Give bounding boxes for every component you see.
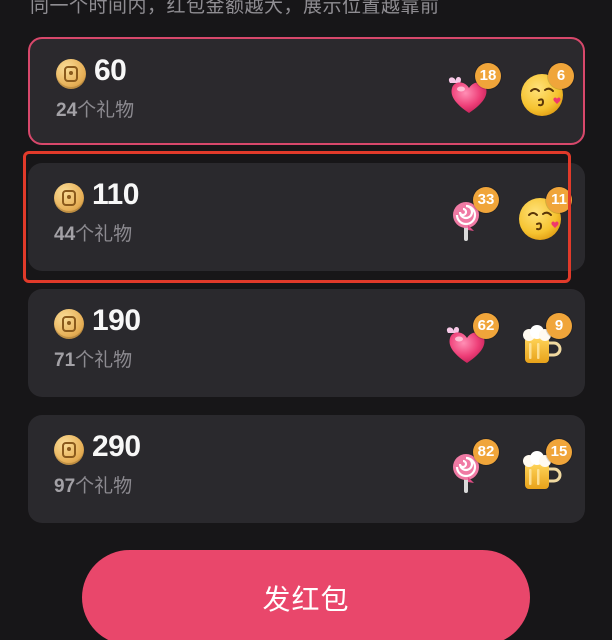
- gift-count-badge: 33: [473, 187, 499, 213]
- gift-count-badge: 11: [546, 187, 572, 213]
- packet-amount: 190: [92, 304, 141, 337]
- gift-count-badge: 18: [475, 63, 501, 89]
- coin-icon: [54, 435, 84, 465]
- packet-gift-count: 24个礼物: [56, 100, 135, 121]
- red-packet-option-190[interactable]: 190 71个礼物 62 9: [28, 289, 585, 397]
- rule-hint-text: 同一个时间内，红包金额越大，展示位置越靠前: [30, 0, 440, 17]
- packet-gift-count: 71个礼物: [54, 350, 133, 371]
- packet-amount: 290: [92, 430, 141, 463]
- packet-amount: 60: [94, 54, 127, 87]
- packet-amount: 110: [92, 178, 139, 211]
- gift-count-badge: 62: [473, 313, 499, 339]
- gift-count-badge: 6: [548, 63, 574, 89]
- red-packet-option-290[interactable]: 290 97个礼物 82 15: [28, 415, 585, 523]
- coin-icon: [54, 183, 84, 213]
- gift-count-badge: 15: [546, 439, 572, 465]
- coin-icon: [56, 59, 86, 89]
- gift-count-badge: 9: [546, 313, 572, 339]
- coin-icon: [54, 309, 84, 339]
- gift-count-badge: 82: [473, 439, 499, 465]
- packet-gift-count: 44个礼物: [54, 224, 133, 245]
- send-red-packet-button[interactable]: 发红包: [82, 550, 530, 640]
- red-packet-option-110[interactable]: 110 44个礼物 33 11: [28, 163, 585, 271]
- packet-gift-count: 97个礼物: [54, 476, 133, 497]
- red-packet-option-60[interactable]: 60 24个礼物 18 6: [28, 37, 585, 145]
